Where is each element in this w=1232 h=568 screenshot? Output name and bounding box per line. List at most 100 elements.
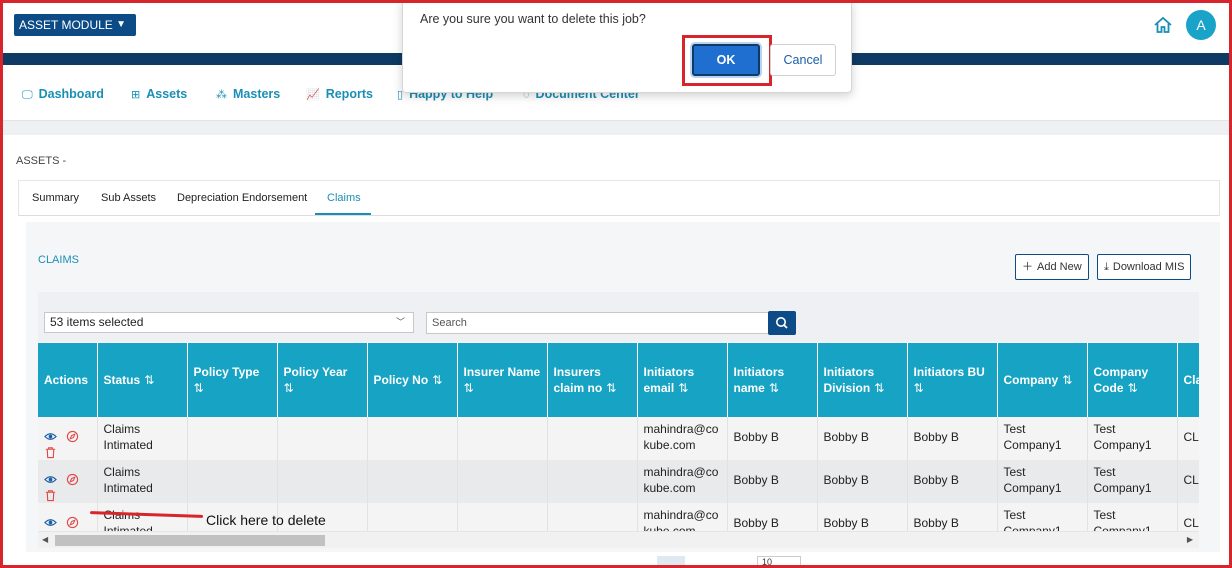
sort-icon[interactable]: ⇅ — [1128, 381, 1138, 395]
cell-company-code: Test Company1 — [1087, 503, 1178, 531]
sort-icon[interactable]: ⇅ — [144, 373, 154, 387]
col-insurer-name[interactable]: Insurer Name ⇅ — [457, 343, 548, 417]
cell-status: Claims Intimated — [97, 503, 188, 531]
home-icon[interactable] — [1153, 15, 1173, 35]
compass-icon[interactable] — [66, 473, 79, 486]
search-input[interactable] — [426, 312, 769, 334]
cell-policy-no — [367, 417, 458, 460]
scroll-left-arrow-icon[interactable]: ◀ — [42, 535, 48, 544]
scrollbar-thumb[interactable] — [55, 535, 325, 546]
delete-trash-icon[interactable] — [44, 446, 57, 459]
compass-icon[interactable] — [66, 430, 79, 443]
view-eye-icon[interactable] — [44, 430, 57, 443]
compass-icon[interactable] — [66, 516, 79, 529]
nav-reports-label: Reports — [325, 87, 373, 101]
sort-icon[interactable]: ⇅ — [1062, 373, 1072, 387]
add-new-button[interactable]: ＋ Add New — [1015, 254, 1089, 280]
view-eye-icon[interactable] — [44, 473, 57, 486]
col-policy-no-label: Policy No — [373, 373, 429, 387]
column-selector-value: 53 items selected — [50, 315, 144, 329]
nav-masters[interactable]: ⁂ Masters — [216, 87, 280, 101]
table-row: Claims Intimated mahindra@cokube.com Bob… — [38, 417, 1199, 460]
pagination-current[interactable] — [657, 556, 685, 568]
cell-insurers-claim-no — [547, 417, 638, 460]
col-insurers-claim-no[interactable]: Insurers claim no ⇅ — [547, 343, 638, 417]
search-icon — [776, 317, 788, 329]
col-policy-no[interactable]: Policy No ⇅ — [367, 343, 458, 417]
cell-initiators-email: mahindra@cokube.com — [637, 460, 728, 503]
tab-summary[interactable]: Summary — [32, 192, 79, 204]
cell-initiators-email: mahindra@cokube.com — [637, 503, 728, 531]
tab-claims[interactable]: Claims — [327, 192, 361, 204]
cell-insurer-name — [457, 460, 548, 503]
sort-icon[interactable]: ⇅ — [678, 381, 688, 395]
cell-company: Test Company1 — [997, 417, 1088, 460]
nav-dashboard[interactable]: 🖵 Dashboard — [22, 87, 104, 102]
nav-reports[interactable]: 📈 Reports — [306, 87, 373, 101]
sort-icon[interactable]: ⇅ — [874, 381, 884, 395]
col-cla[interactable]: Cla — [1177, 343, 1199, 417]
cancel-button[interactable]: Cancel — [770, 44, 836, 76]
col-initiators-email[interactable]: Initiators email ⇅ — [637, 343, 728, 417]
nav-assets[interactable]: ⊞ Assets — [131, 87, 187, 101]
cell-initiators-bu: Bobby B — [907, 460, 998, 503]
horizontal-scrollbar[interactable]: ◀ ▶ — [38, 531, 1199, 548]
sort-icon[interactable]: ⇅ — [432, 373, 442, 387]
cell-status: Claims Intimated — [97, 460, 188, 503]
claims-table-container: Actions Status ⇅ Policy Type ⇅ Policy Year… — [38, 343, 1199, 531]
search-button[interactable] — [768, 311, 796, 335]
user-avatar[interactable]: A — [1186, 10, 1216, 40]
col-initiators-name[interactable]: Initiators name ⇅ — [727, 343, 818, 417]
sort-icon[interactable]: ⇅ — [769, 381, 779, 395]
cell-cla: CLA — [1177, 417, 1199, 460]
col-policy-type-label: Policy Type — [193, 365, 260, 379]
cell-initiators-division: Bobby B — [817, 503, 908, 531]
scroll-right-arrow-icon[interactable]: ▶ — [1187, 535, 1193, 544]
delete-trash-icon[interactable] — [44, 489, 57, 502]
cell-initiators-email: mahindra@cokube.com — [637, 417, 728, 460]
col-actions-label: Actions — [44, 373, 89, 387]
cell-policy-type — [187, 417, 278, 460]
plus-icon: ＋ — [1022, 261, 1033, 273]
col-cla-label: Cla — [1183, 373, 1200, 387]
sort-icon[interactable]: ⇅ — [914, 381, 924, 395]
sort-icon[interactable]: ⇅ — [606, 381, 616, 395]
view-eye-icon[interactable] — [44, 516, 57, 529]
column-selector-dropdown[interactable]: 53 items selected ﹀ — [44, 312, 414, 333]
cell-initiators-bu: Bobby B — [907, 417, 998, 460]
sort-icon[interactable]: ⇅ — [284, 381, 294, 395]
cell-initiators-bu: Bobby B — [907, 503, 998, 531]
col-company[interactable]: Company ⇅ — [997, 343, 1088, 417]
download-mis-button[interactable]: ⤓ Download MIS — [1097, 254, 1192, 280]
col-initiators-division[interactable]: Initiators Division ⇅ — [817, 343, 908, 417]
sort-icon[interactable]: ⇅ — [464, 381, 474, 395]
cell-company-code: Test Company1 — [1087, 460, 1178, 503]
col-company-code[interactable]: Company Code ⇅ — [1087, 343, 1178, 417]
cell-insurer-name — [457, 417, 548, 460]
col-status[interactable]: Status ⇅ — [97, 343, 188, 417]
tab-sub-assets[interactable]: Sub Assets — [101, 192, 156, 204]
col-initiators-division-label: Initiators Division — [823, 365, 875, 395]
dialog-message: Are you sure you want to delete this job… — [420, 12, 646, 26]
ok-button[interactable]: OK — [692, 44, 760, 76]
cell-initiators-name: Bobby B — [727, 417, 818, 460]
sort-icon[interactable]: ⇅ — [194, 381, 204, 395]
chevron-down-icon: ﹀ — [395, 317, 405, 327]
col-initiators-bu[interactable]: Initiators BU ⇅ — [907, 343, 998, 417]
tab-depreciation-endorsement[interactable]: Depreciation Endorsement — [177, 192, 307, 204]
cell-insurers-claim-no — [547, 503, 638, 531]
col-company-label: Company — [1003, 373, 1059, 387]
col-policy-type[interactable]: Policy Type ⇅ — [187, 343, 278, 417]
cell-company: Test Company1 — [997, 503, 1088, 531]
nav-assets-label: Assets — [146, 87, 188, 101]
download-mis-label: Download MIS — [1112, 261, 1185, 273]
col-insurers-claim-no-label: Insurers claim no — [553, 365, 603, 395]
cell-company-code: Test Company1 — [1087, 417, 1178, 460]
col-policy-year[interactable]: Policy Year ⇅ — [277, 343, 368, 417]
nav-dashboard-label: Dashboard — [38, 87, 104, 101]
module-switcher-button[interactable]: ASSET MODULE ▼ — [14, 14, 136, 36]
cell-status: Claims Intimated — [97, 417, 188, 460]
claims-title: CLAIMS — [38, 254, 79, 266]
page-size-select[interactable]: 10 — [757, 556, 801, 568]
cell-cla: CLA — [1177, 503, 1199, 531]
